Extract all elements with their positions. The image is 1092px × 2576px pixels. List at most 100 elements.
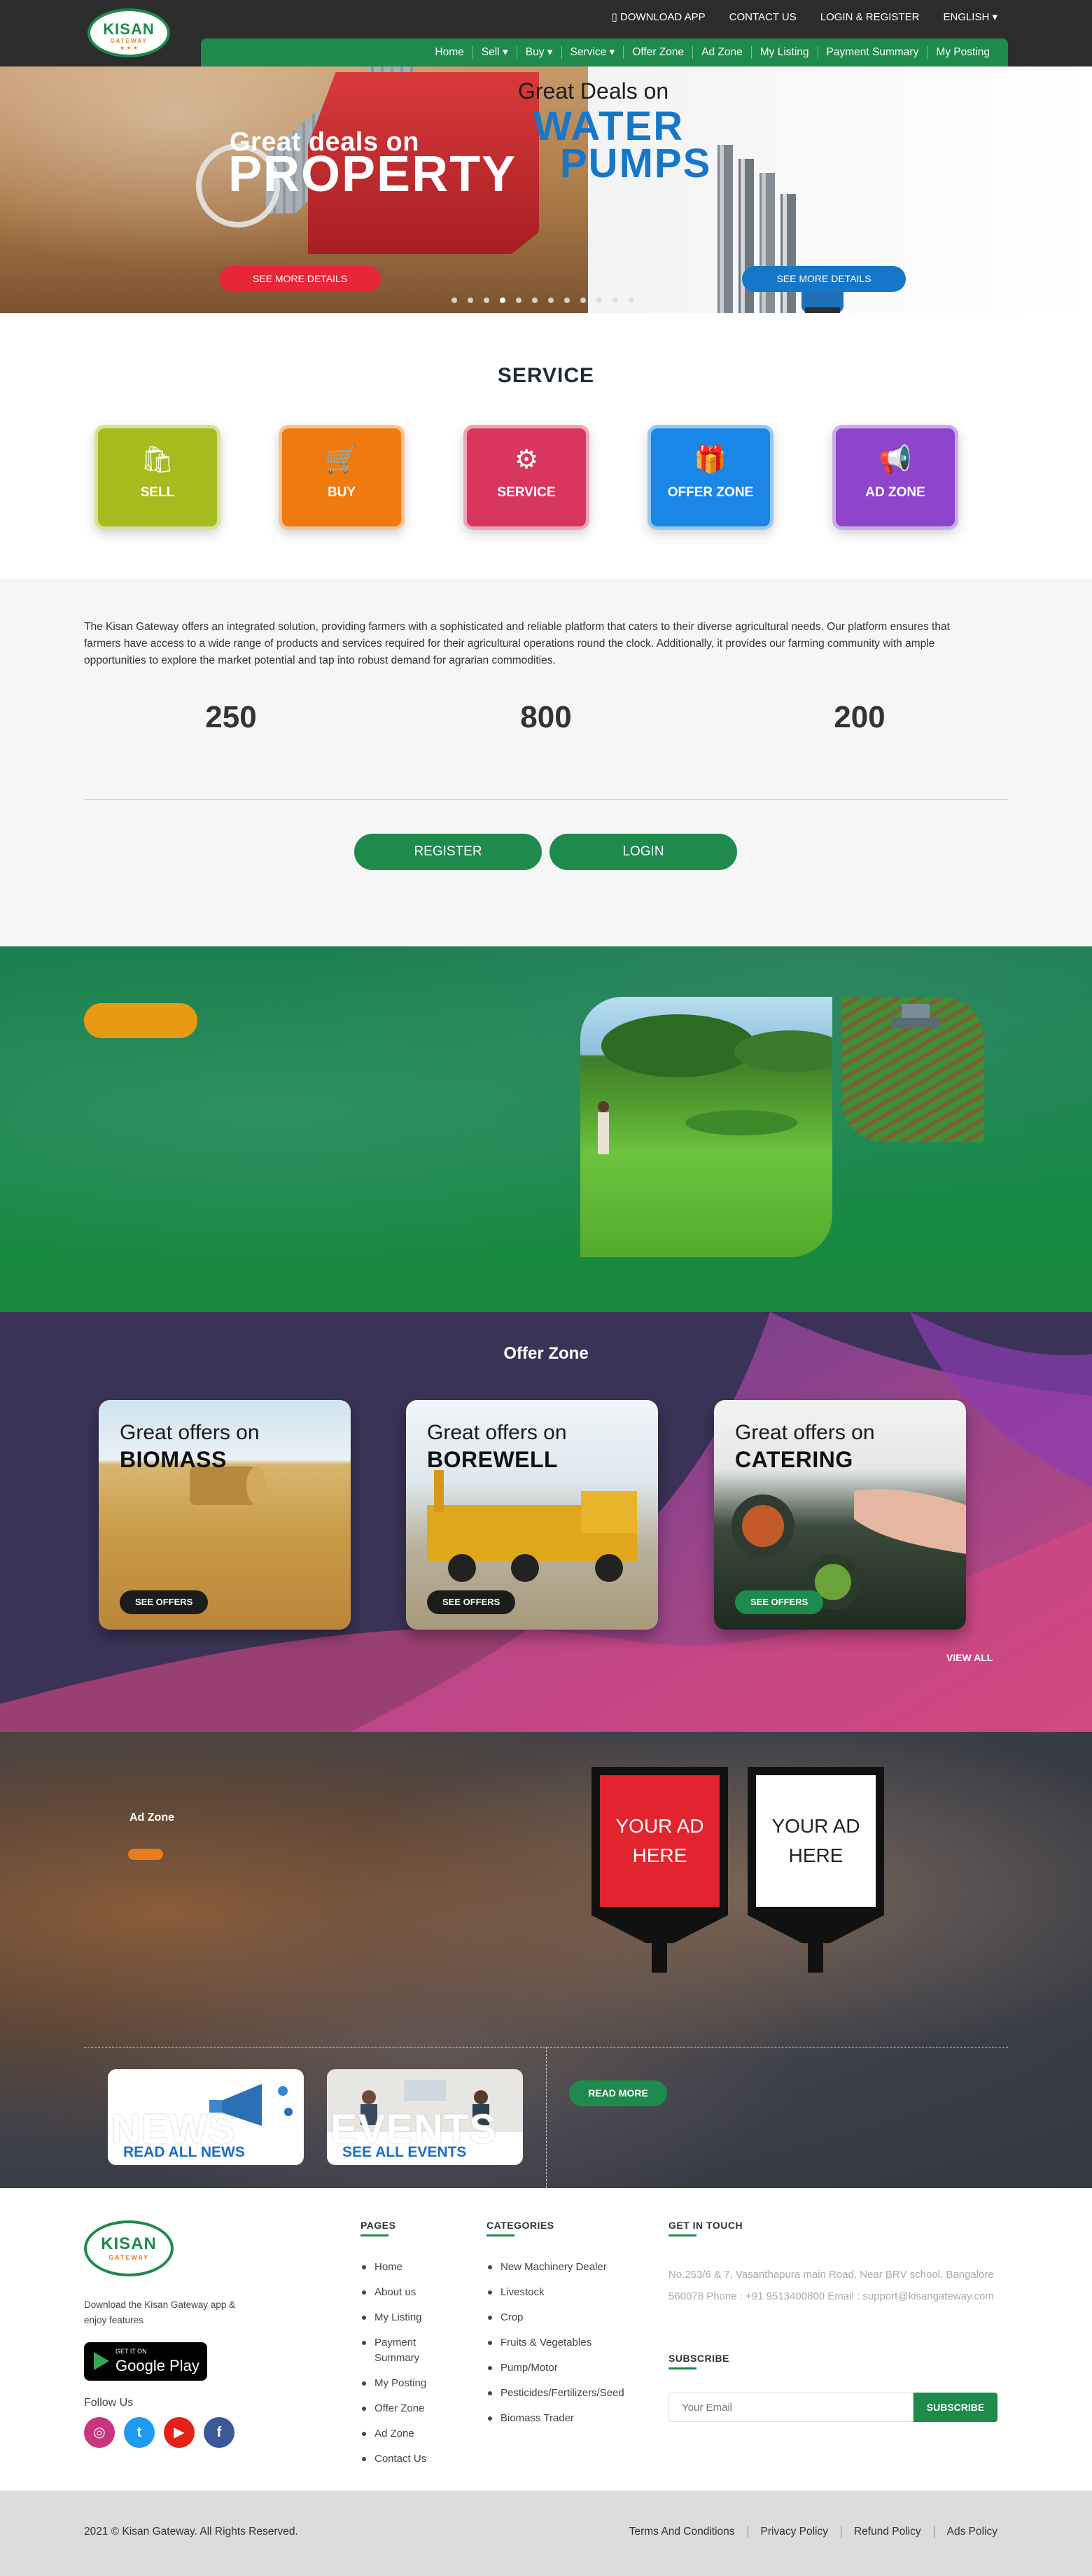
category-link[interactable]: Fruits & Vegetables — [486, 2335, 654, 2351]
offer-card-catering[interactable]: Great offers on CATERING SEE OFFERS — [714, 1400, 966, 1630]
caret-down-icon: ▾ — [992, 11, 997, 23]
see-offers-button[interactable]: SEE OFFERS — [120, 1590, 209, 1614]
read-more-button[interactable]: READ MORE — [569, 2080, 667, 2106]
events-card[interactable]: EVENTS SEE ALL EVENTS — [327, 2069, 523, 2165]
ad-board-white[interactable]: YOUR AD HERE — [748, 1767, 884, 1973]
service-card-ad-zone[interactable]: 📢 AD ZONE — [832, 425, 958, 530]
ad-zone-vertical-divider — [546, 2047, 547, 2188]
ad-zone-pill-button[interactable] — [128, 1849, 163, 1860]
privacy-policy-link[interactable]: Privacy Policy — [747, 2526, 841, 2538]
carousel-dot[interactable] — [580, 298, 586, 303]
service-card-buy[interactable]: 🛒 BUY — [279, 425, 405, 530]
offer-card-borewell[interactable]: Great offers on BOREWELL SEE OFFERS — [406, 1400, 658, 1630]
email-input[interactable] — [668, 2393, 913, 2422]
instagram-icon[interactable]: ◎ — [84, 2417, 115, 2448]
refund-policy-link[interactable]: Refund Policy — [840, 2526, 934, 2538]
carousel-dot[interactable] — [596, 298, 602, 303]
carousel-dot[interactable] — [548, 298, 554, 303]
news-card[interactable]: NEWS READ ALL NEWS — [108, 2069, 304, 2165]
see-offers-button[interactable]: SEE OFFERS — [427, 1590, 516, 1614]
see-all-events-link[interactable]: SEE ALL EVENTS — [342, 2144, 466, 2161]
pumps-details-button[interactable]: SEE MORE DETAILS — [742, 266, 906, 292]
footer-logo[interactable]: KISAN GATEWAY — [84, 2220, 174, 2276]
nav-service[interactable]: Service ▾ — [561, 46, 624, 59]
register-button[interactable]: REGISTER — [354, 834, 542, 870]
pumps-tagline: Great Deals on — [518, 78, 669, 104]
logo-sub: GATEWAY — [110, 38, 148, 44]
shopping-bag-icon: 🛍 — [140, 445, 175, 475]
footer-link-my-posting[interactable]: My Posting — [360, 2376, 438, 2391]
service-card-service[interactable]: ⚙ SERVICE — [463, 425, 589, 530]
contact-heading: GET IN TOUCH — [668, 2220, 743, 2236]
footer-link-ad-zone[interactable]: Ad Zone — [360, 2426, 438, 2442]
divider — [84, 799, 1008, 800]
pumps-headline-2: PUMPS — [560, 141, 712, 186]
footer-link-about-us[interactable]: About us — [360, 2285, 438, 2300]
nav-payment-summary[interactable]: Payment Summary — [817, 46, 927, 59]
read-all-news-link[interactable]: READ ALL NEWS — [123, 2144, 245, 2161]
carousel-dot[interactable] — [500, 298, 505, 303]
footer-link-my-listing[interactable]: My Listing — [360, 2310, 438, 2325]
see-offers-button[interactable]: SEE OFFERS — [735, 1590, 824, 1614]
ad-board-red[interactable]: YOUR AD HERE — [592, 1767, 728, 1973]
nav-ad-zone[interactable]: Ad Zone — [692, 46, 751, 59]
language-dropdown[interactable]: ENGLISH ▾ — [943, 10, 997, 23]
stat-2: 800 — [520, 700, 572, 734]
download-app-link[interactable]: ▯ DOWNLOAD APP — [611, 10, 705, 23]
facebook-icon[interactable]: f — [204, 2417, 234, 2448]
pages-list: Home About us My Listing Payment Summary… — [360, 2260, 438, 2477]
nav-home[interactable]: Home — [426, 46, 472, 59]
category-link[interactable]: Biomass Trader — [486, 2411, 654, 2426]
carousel-dot[interactable] — [451, 298, 457, 303]
carousel-dot[interactable] — [516, 298, 522, 303]
farm-pill-button[interactable] — [84, 1003, 197, 1038]
contact-text: No.253/6 & 7, Vasanthapura main Road, Ne… — [668, 2269, 994, 2302]
carousel-dot[interactable] — [484, 298, 489, 303]
contact-us-link[interactable]: CONTACT US — [729, 11, 797, 23]
about-text: The Kisan Gateway offers an integrated s… — [84, 621, 950, 666]
carousel-dot[interactable] — [468, 298, 473, 303]
nav-my-posting[interactable]: My Posting — [927, 46, 998, 59]
carousel-dot[interactable] — [564, 298, 570, 303]
property-details-button[interactable]: SEE MORE DETAILS — [219, 266, 381, 292]
category-link[interactable]: New Machinery Dealer — [486, 2260, 654, 2275]
nav-sell[interactable]: Sell ▾ — [472, 46, 517, 59]
youtube-icon[interactable]: ▶ — [164, 2417, 195, 2448]
play-store-icon — [94, 2352, 109, 2370]
footer-link-home[interactable]: Home — [360, 2260, 438, 2275]
category-link[interactable]: Livestock — [486, 2285, 654, 2300]
category-link[interactable]: Crop — [486, 2310, 654, 2325]
nav-buy[interactable]: Buy ▾ — [516, 46, 561, 59]
google-play-badge[interactable]: GET IT ON Google Play — [84, 2342, 207, 2381]
footer-link-contact-us[interactable]: Contact Us — [360, 2451, 438, 2467]
login-button[interactable]: LOGIN — [550, 834, 737, 870]
footer-link-payment-summary[interactable]: Payment Summary — [360, 2335, 438, 2366]
carousel-dot[interactable] — [612, 298, 618, 303]
follow-us-label: Follow Us — [84, 2397, 134, 2409]
terms-link[interactable]: Terms And Conditions — [617, 2526, 748, 2538]
shopping-cart-icon: 🛒 — [325, 445, 358, 475]
subscribe-button[interactable]: SUBSCRIBE — [913, 2393, 997, 2422]
ad-board-white-text: YOUR AD HERE — [756, 1775, 876, 1907]
nav-my-listing[interactable]: My Listing — [750, 46, 818, 59]
caret-down-icon: ▾ — [547, 46, 553, 58]
category-link[interactable]: Pump/Motor — [486, 2360, 654, 2376]
login-register-link[interactable]: LOGIN & REGISTER — [820, 11, 920, 23]
site-logo[interactable]: KISAN GATEWAY ★ ★ ★ — [88, 8, 170, 57]
service-card-sell[interactable]: 🛍 SELL — [94, 425, 220, 530]
view-all-link[interactable]: VIEW ALL — [946, 1652, 993, 1663]
service-card-offer-zone[interactable]: 🎁 OFFER ZONE — [648, 425, 774, 530]
offer-card-biomass[interactable]: Great offers on BIOMASS SEE OFFERS — [99, 1400, 351, 1630]
carousel-dot[interactable] — [629, 298, 634, 303]
carousel-dot[interactable] — [532, 298, 538, 303]
twitter-icon[interactable]: t — [124, 2417, 155, 2448]
ads-policy-link[interactable]: Ads Policy — [933, 2526, 997, 2538]
footer-link-offer-zone[interactable]: Offer Zone — [360, 2401, 438, 2416]
download-app-text: Download the Kisan Gateway app & enjoy f… — [84, 2300, 236, 2325]
copyright-text: 2021 © Kisan Gateway. All Rights Reserve… — [84, 2526, 298, 2538]
caret-down-icon: ▾ — [609, 46, 615, 58]
ad-zone-label: Ad Zone — [130, 1812, 174, 1823]
carousel-dots — [451, 298, 634, 303]
nav-offer-zone[interactable]: Offer Zone — [623, 46, 692, 59]
category-link[interactable]: Pesticides/Fertilizers/Seed — [486, 2386, 654, 2401]
